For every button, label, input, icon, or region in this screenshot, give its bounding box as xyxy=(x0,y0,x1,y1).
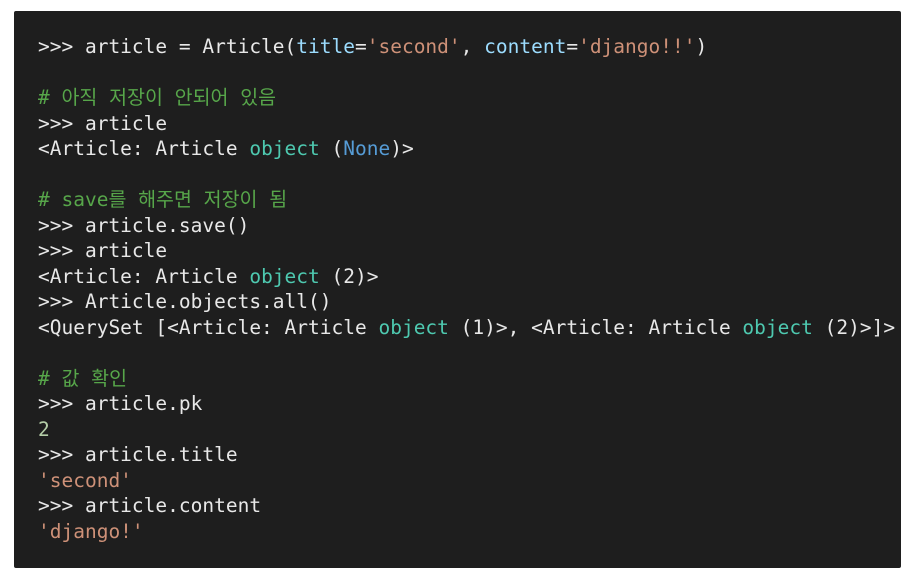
code-text: <Article: Article xyxy=(38,264,250,288)
object-keyword: object xyxy=(249,264,320,288)
code-line: # 아직 저장이 안되어 있음 xyxy=(38,85,901,111)
code-line: >>> article xyxy=(38,111,901,137)
code-text: >>> article xyxy=(38,239,168,262)
string-literal: 'second' xyxy=(366,35,461,58)
code-text: = xyxy=(566,35,579,58)
code-line: <Article: Article object (None)> xyxy=(38,136,901,162)
code-text: , xyxy=(460,35,485,58)
code-text: ) xyxy=(695,35,708,58)
code-text: >>> Article.objects.all() xyxy=(38,290,332,313)
number-literal: 2 xyxy=(38,417,50,441)
code-text: >>> article xyxy=(38,111,168,135)
code-block: >>> article = Article(title='second', co… xyxy=(14,11,901,568)
code-line: 'second' xyxy=(38,468,901,494)
code-text: >>> article.save() xyxy=(38,213,250,237)
code-line: <Article: Article object (2)> xyxy=(38,264,901,290)
string-literal: 'django!' xyxy=(38,519,144,543)
code-line: # save를 해주면 저장이 됨 xyxy=(38,187,901,213)
string-literal: 'second' xyxy=(38,468,132,492)
parameter-name: content xyxy=(484,35,567,58)
object-keyword: object xyxy=(378,315,449,339)
code-line: >>> article.save() xyxy=(38,213,901,239)
object-keyword: object xyxy=(249,137,320,160)
code-line: >>> article.pk xyxy=(38,391,901,417)
code-line: <QuerySet [<Article: Article object (1)>… xyxy=(38,315,901,341)
code-line: >>> Article.objects.all() xyxy=(38,289,901,315)
code-line: >>> article.content xyxy=(38,493,901,519)
code-text: (1)>, <Article: Article xyxy=(448,315,743,339)
string-literal: 'django!!' xyxy=(578,35,696,58)
code-text: (2)>]> xyxy=(812,315,896,339)
none-literal: None xyxy=(343,137,391,160)
code-text: )> xyxy=(390,137,414,160)
code-text: >>> article.pk xyxy=(38,392,203,415)
code-line: 2 xyxy=(38,417,901,443)
code-comment: # 값 확인 xyxy=(38,366,128,390)
code-line: # 값 확인 xyxy=(38,366,901,392)
code-text: >>> article.content xyxy=(38,494,262,517)
code-text: <Article: Article xyxy=(38,137,250,160)
code-text: ( xyxy=(319,137,344,160)
code-line: >>> article = Article(title='second', co… xyxy=(38,34,901,60)
code-text: <QuerySet [<Article: Article xyxy=(38,315,379,339)
code-text: >>> article = Article( xyxy=(38,35,297,58)
code-line: >>> article xyxy=(38,238,901,264)
code-line: 'django!' xyxy=(38,519,901,545)
parameter-name: title xyxy=(296,35,355,58)
code-text: >>> article.title xyxy=(38,443,238,466)
code-comment: # 아직 저장이 안되어 있음 xyxy=(38,86,277,109)
code-line: >>> article.title xyxy=(38,442,901,468)
code-text: = xyxy=(354,35,367,58)
code-text: (2)> xyxy=(319,264,379,288)
code-comment: # save를 해주면 저장이 됨 xyxy=(38,188,288,211)
object-keyword: object xyxy=(742,315,813,339)
